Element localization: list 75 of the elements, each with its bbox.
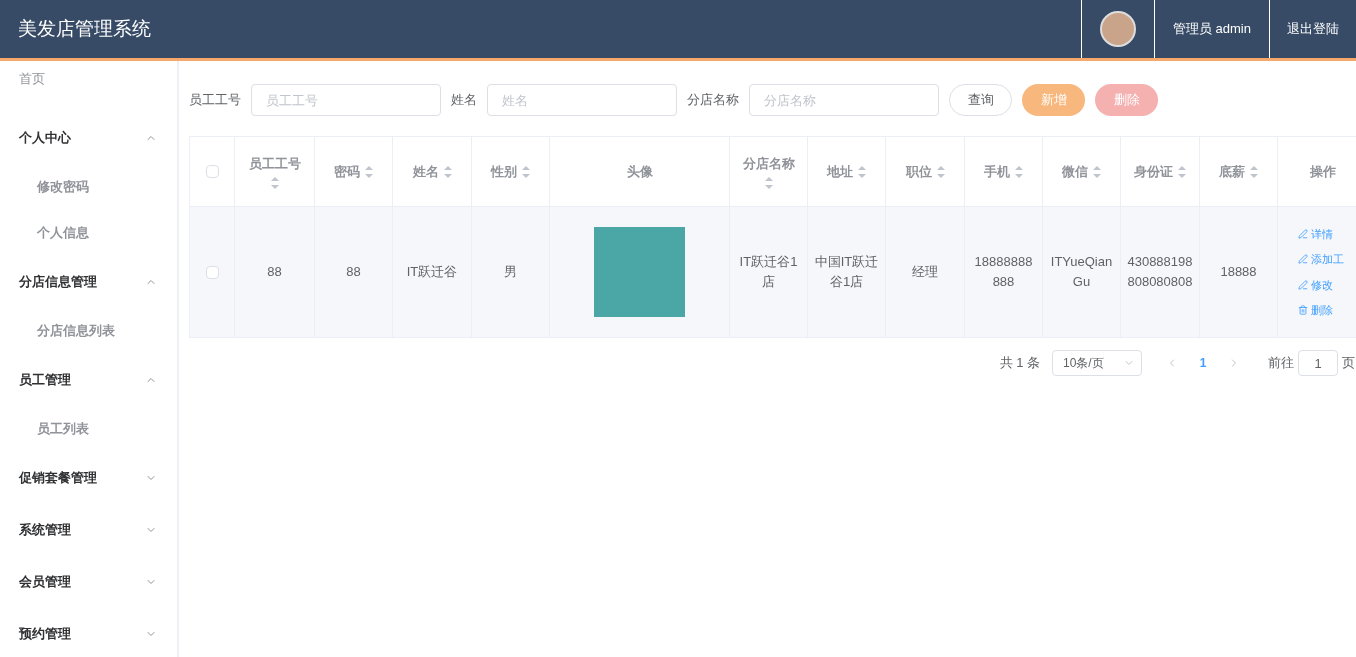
- field-label: 分店名称: [687, 91, 739, 110]
- column-title: 员工工号: [248, 154, 301, 173]
- sort-icon[interactable]: [1093, 165, 1101, 178]
- menu-group[interactable]: 个人中心: [0, 112, 177, 164]
- field-label: 姓名: [451, 91, 477, 110]
- menu-group[interactable]: 促销套餐管理: [0, 452, 177, 504]
- pencil-icon: [1298, 279, 1308, 290]
- table-cell-text: 88: [346, 263, 361, 281]
- menu-group[interactable]: 员工管理: [0, 354, 177, 406]
- column-title: 微信: [1062, 162, 1088, 181]
- column-title: 密码: [334, 162, 360, 181]
- row-checkbox[interactable]: [205, 265, 219, 279]
- sidebar-item[interactable]: 首页: [0, 69, 177, 89]
- sort-icon[interactable]: [1178, 165, 1186, 178]
- menu-group[interactable]: 会员管理: [0, 556, 177, 608]
- table-cell-text: 18888: [1220, 263, 1257, 281]
- sort-icon[interactable]: [1250, 165, 1258, 178]
- page-number[interactable]: 1: [1188, 354, 1218, 372]
- avatar-icon[interactable]: [1099, 11, 1136, 47]
- sort-icon[interactable]: [764, 177, 773, 190]
- table-cell-text: 18888888888: [973, 253, 1034, 291]
- sort-icon[interactable]: [858, 165, 866, 178]
- select-all-checkbox[interactable]: [205, 165, 219, 178]
- sort-icon[interactable]: [443, 165, 452, 178]
- column-title: 操作: [1309, 162, 1336, 181]
- menu-group[interactable]: 分店信息管理: [0, 256, 177, 308]
- sort-icon[interactable]: [522, 165, 530, 178]
- sort-icon[interactable]: [365, 165, 373, 178]
- goto-label: 前往: [1268, 354, 1294, 373]
- row-action-link[interactable]: 详情: [1298, 225, 1333, 242]
- menu-group[interactable]: 系统管理: [0, 504, 177, 556]
- action-button[interactable]: 查询: [949, 84, 1012, 116]
- column-title: 分店名称: [742, 154, 795, 173]
- table-cell-text: ITYueQianGu: [1049, 253, 1114, 291]
- column-title: 性别: [491, 162, 517, 181]
- row-action-link[interactable]: 添加工: [1298, 251, 1344, 268]
- menu-item[interactable]: 个人信息: [0, 210, 177, 256]
- sort-icon[interactable]: [936, 165, 945, 178]
- field-label: 员工工号: [189, 91, 241, 110]
- table-cell-text: 男: [504, 263, 517, 281]
- table-cell-text: IT跃迁谷1店: [738, 253, 799, 291]
- table-cell-text: 中国IT跃迁谷1店: [814, 253, 879, 291]
- total-count: 共 1 条: [999, 354, 1040, 373]
- pencil-icon: [1298, 228, 1308, 239]
- menu-item[interactable]: 修改密码: [0, 164, 177, 210]
- action-button[interactable]: 新增: [1022, 84, 1085, 116]
- column-title: 头像: [626, 162, 653, 181]
- menu-item[interactable]: 员工列表: [0, 406, 177, 452]
- menu-group[interactable]: 预约管理: [0, 608, 177, 657]
- column-title: 手机: [984, 162, 1010, 181]
- goto-suffix: 页: [1342, 354, 1355, 373]
- app-title: 美发店管理系统: [18, 16, 151, 41]
- column-title: 职位: [905, 162, 932, 181]
- column-title: 地址: [827, 162, 853, 181]
- page-input[interactable]: 1: [1298, 350, 1338, 376]
- row-action-link[interactable]: 修改: [1298, 276, 1333, 293]
- search-field[interactable]: 分店名称: [749, 84, 939, 116]
- page-size-select[interactable]: 10条/页: [1052, 350, 1142, 376]
- column-title: 姓名: [412, 162, 439, 181]
- table-cell-text: IT跃迁谷: [406, 263, 458, 281]
- search-field[interactable]: 员工工号: [251, 84, 441, 116]
- row-action-link[interactable]: 删除: [1298, 302, 1333, 319]
- trash-icon: [1298, 305, 1308, 316]
- menu-item[interactable]: 分店信息列表: [0, 308, 177, 354]
- logout-button[interactable]: 退出登陆: [1287, 19, 1339, 39]
- sort-icon[interactable]: [1015, 165, 1023, 178]
- table-cell-text: 经理: [912, 263, 938, 281]
- table-cell-text: 430888198808080808: [1127, 253, 1193, 291]
- column-title: 底薪: [1219, 162, 1245, 181]
- search-field[interactable]: 姓名: [487, 84, 677, 116]
- user-name: 管理员 admin: [1172, 20, 1251, 39]
- table-cell-text: 88: [267, 263, 282, 281]
- sort-icon[interactable]: [270, 177, 279, 190]
- pencil-icon: [1298, 254, 1308, 265]
- column-title: 身份证: [1134, 162, 1173, 181]
